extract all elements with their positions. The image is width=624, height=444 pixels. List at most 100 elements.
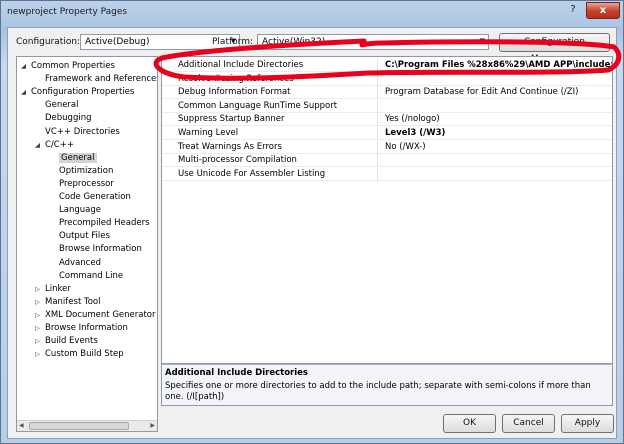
tree-item-label: General xyxy=(45,100,79,111)
tree-item-label: Browse Information xyxy=(59,244,142,255)
tree-item[interactable]: ▷ Custom Build Step xyxy=(35,348,124,361)
tree-item[interactable]: Debugging xyxy=(45,112,92,125)
tree-item[interactable]: Command Line xyxy=(59,270,123,283)
property-value[interactable] xyxy=(382,154,612,167)
title-bar[interactable]: newproject Property Pages ? x xyxy=(1,1,623,27)
property-name: Warning Level xyxy=(178,127,378,140)
property-row[interactable]: Use Unicode For Assembler Listing xyxy=(162,167,612,181)
property-pages-window: newproject Property Pages ? x Configurat… xyxy=(0,0,624,444)
tree-item[interactable]: ▷ Linker xyxy=(35,283,71,296)
cancel-button[interactable]: Cancel xyxy=(502,414,555,433)
close-button[interactable]: x xyxy=(586,2,620,19)
collapsed-arrow-icon[interactable]: ▷ xyxy=(35,309,43,322)
tree-item[interactable]: Framework and References xyxy=(45,73,158,86)
tree-item[interactable]: ▷ Browse Information xyxy=(35,322,128,335)
property-row[interactable]: Additional Include Directories C:\Program… xyxy=(162,59,612,72)
property-row[interactable]: Multi-processor Compilation xyxy=(162,154,612,168)
description-panel: Additional Include Directories Specifies… xyxy=(161,364,613,406)
configuration-value: Active(Debug) xyxy=(85,37,150,47)
platform-label: Platform: xyxy=(212,37,253,47)
tree-item[interactable]: VC++ Directories xyxy=(45,126,120,139)
platform-select[interactable]: Active(Win32) ▼ xyxy=(257,34,489,50)
property-value[interactable]: Level3 (/W3) xyxy=(382,127,612,140)
apply-button[interactable]: Apply xyxy=(561,414,614,433)
property-name: Use Unicode For Assembler Listing xyxy=(178,167,378,181)
tree-item-label: Debugging xyxy=(45,113,92,124)
tree-item-label: Custom Build Step xyxy=(45,349,124,360)
collapsed-arrow-icon[interactable]: ▷ xyxy=(35,283,43,296)
tree-item-label: Framework and References xyxy=(45,74,158,85)
expanded-arrow-icon[interactable]: ◢ xyxy=(35,139,43,152)
tree-item[interactable]: Optimization xyxy=(59,165,113,178)
scroll-right-icon[interactable]: ▶ xyxy=(150,421,155,431)
platform-value: Active(Win32) xyxy=(262,37,326,47)
property-value[interactable]: Yes (/nologo) xyxy=(382,113,612,126)
tree-item-label: Advanced xyxy=(59,257,101,268)
tree-item[interactable]: Language xyxy=(59,204,101,217)
help-icon: ? xyxy=(570,4,576,15)
tree-horizontal-scrollbar[interactable]: ◀ ▶ xyxy=(17,420,157,431)
tree-item[interactable]: Code Generation xyxy=(59,191,131,204)
tree-item-label: Precompiled Headers xyxy=(59,218,150,229)
scrollbar-thumb[interactable] xyxy=(29,422,129,430)
property-value[interactable] xyxy=(382,168,612,181)
tree-item-label: Preprocessor xyxy=(59,178,114,189)
tree-item-label: Language xyxy=(59,205,101,216)
property-row[interactable]: Debug Information Format Program Database… xyxy=(162,86,612,100)
property-row[interactable]: Treat Warnings As Errors No (/WX-) xyxy=(162,140,612,154)
property-row[interactable]: Warning Level Level3 (/W3) xyxy=(162,127,612,140)
property-name: Multi-processor Compilation xyxy=(178,154,378,168)
tree-item-label: C/C++ xyxy=(45,139,74,150)
tree-item-label: Command Line xyxy=(59,270,124,281)
expanded-arrow-icon[interactable]: ◢ xyxy=(21,86,29,99)
property-name: Treat Warnings As Errors xyxy=(178,140,378,154)
tree-item-label: Configuration Properties xyxy=(31,87,135,98)
tree-item[interactable]: Preprocessor xyxy=(59,178,114,191)
property-tree[interactable]: ▷ Custom Build Step ▷ Build Events ▷ Browse I… xyxy=(16,56,158,432)
scroll-left-icon[interactable]: ◀ xyxy=(19,421,24,431)
expanded-arrow-icon[interactable]: ◢ xyxy=(21,60,29,73)
collapsed-arrow-icon[interactable]: ▷ xyxy=(35,335,43,348)
property-name: Additional Include Directories xyxy=(178,59,378,72)
property-grid[interactable]: Additional Include Directories C:\Program… xyxy=(161,56,613,364)
tree-item[interactable]: General xyxy=(45,99,79,112)
tree-item[interactable]: ▷ XML Document Generator xyxy=(35,309,156,322)
property-row[interactable]: Resolve #using References xyxy=(162,72,612,86)
tree-item[interactable]: Precompiled Headers xyxy=(59,217,150,230)
property-value[interactable]: C:\Program Files %28x86%29\AMD APP\inclu… xyxy=(382,59,612,72)
property-value[interactable]: Program Database for Edit And Continue (… xyxy=(382,86,612,99)
collapsed-arrow-icon[interactable]: ▷ xyxy=(35,348,43,361)
property-value[interactable] xyxy=(382,73,612,86)
property-value[interactable] xyxy=(382,100,612,113)
description-text: Specifies one or more directories to add… xyxy=(165,381,591,402)
description-title: Additional Include Directories xyxy=(165,368,308,378)
tree-item[interactable]: Browse Information xyxy=(59,243,142,256)
tree-item-label: Build Events xyxy=(45,336,98,347)
tree-item-label: Common Properties xyxy=(31,61,115,71)
property-row[interactable]: Suppress Startup Banner Yes (/nologo) xyxy=(162,113,612,127)
tree-item-label: Code Generation xyxy=(59,192,131,202)
collapsed-arrow-icon[interactable]: ▷ xyxy=(35,296,43,309)
property-value[interactable]: No (/WX-) xyxy=(382,141,612,154)
tree-item-label: Output Files xyxy=(59,231,110,242)
tree-item[interactable]: Output Files xyxy=(59,230,110,243)
configuration-manager-button[interactable]: Configuration Manager... xyxy=(499,33,610,64)
collapsed-arrow-icon[interactable]: ▷ xyxy=(35,322,43,335)
ok-button[interactable]: OK xyxy=(443,414,496,433)
dialog-client-area: Configuration: Active(Debug) ▼ Platform:… xyxy=(7,27,617,439)
tree-item[interactable]: General xyxy=(59,152,97,165)
tree-item-label: Optimization xyxy=(59,165,114,176)
property-name: Suppress Startup Banner xyxy=(178,113,378,127)
tree-item-label: VC++ Directories xyxy=(45,126,120,137)
tree-item[interactable]: ▷ Build Events xyxy=(35,335,98,348)
tree-item[interactable]: ▷ Manifest Tool xyxy=(35,296,101,309)
property-name: Resolve #using References xyxy=(178,72,378,86)
configuration-label: Configuration: xyxy=(16,37,81,47)
tree-item[interactable]: ◢ Configuration Properties xyxy=(21,86,135,99)
help-button[interactable]: ? xyxy=(560,2,586,19)
window-title: newproject Property Pages xyxy=(7,7,128,17)
tree-item[interactable]: Advanced xyxy=(59,257,101,270)
property-row[interactable]: Common Language RunTime Support xyxy=(162,99,612,113)
tree-item[interactable]: ◢ C/C++ xyxy=(35,139,74,152)
tree-item[interactable]: ◢ Common Properties xyxy=(21,60,115,73)
